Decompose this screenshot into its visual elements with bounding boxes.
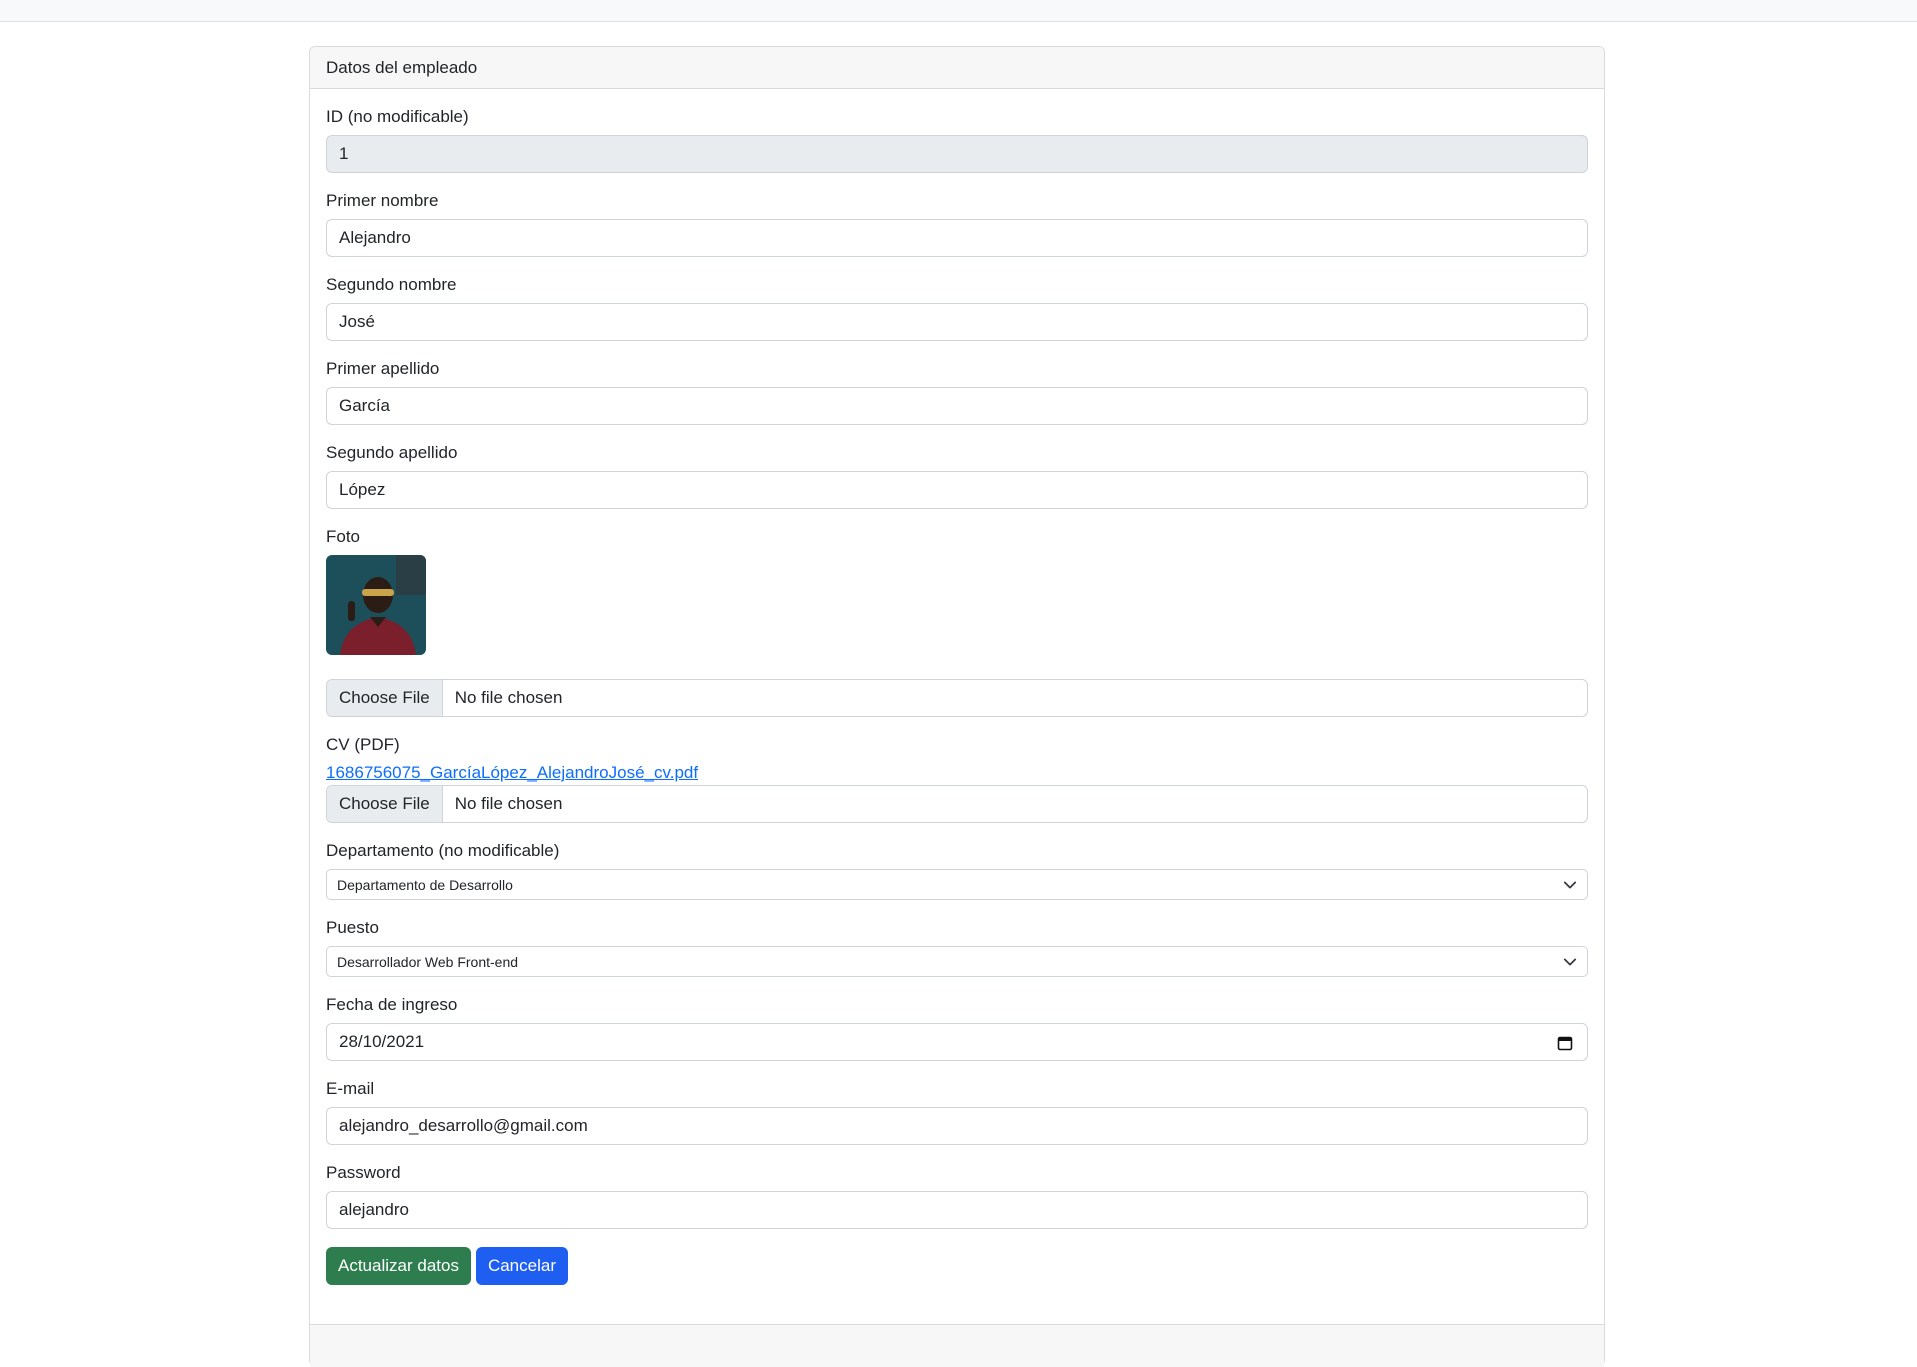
departamento-field: Departamento (no modificable) Departamen… [326,841,1588,900]
password-input[interactable]: alejandro [326,1191,1588,1229]
primer-nombre-field: Primer nombre Alejandro [326,191,1588,257]
foto-file-input[interactable]: Choose File No file chosen [326,679,1588,717]
segundo-nombre-label: Segundo nombre [326,275,457,294]
email-label: E-mail [326,1079,375,1098]
departamento-select[interactable]: Departamento de Desarrollo [326,869,1588,900]
primer-apellido-field: Primer apellido García [326,359,1588,425]
foto-field: Foto Choose File No file chosen [326,527,1588,717]
cv-file-input[interactable]: Choose File No file chosen [326,785,1588,823]
browser-top-bar [0,0,1917,22]
id-field: ID (no modificable) 1 [326,107,1588,173]
primer-nombre-input[interactable]: Alejandro [326,219,1588,257]
segundo-apellido-input[interactable]: López [326,471,1588,509]
password-label: Password [326,1163,401,1182]
employee-photo [326,555,426,655]
cv-file-status: No file chosen [454,794,563,813]
cv-field: CV (PDF) 1686756075_GarcíaLópez_Alejandr… [326,735,1588,823]
primer-nombre-label: Primer nombre [326,191,439,210]
foto-file-status: No file chosen [454,688,563,707]
segundo-nombre-field: Segundo nombre José [326,275,1588,341]
id-label: ID (no modificable) [326,107,469,126]
cancel-button[interactable]: Cancelar [475,1247,568,1285]
id-input: 1 [326,135,1588,173]
cv-choose-file-button[interactable]: Choose File [327,786,443,822]
fecha-ingreso-value: 28/10/2021 [339,1032,425,1051]
fecha-ingreso-field: Fecha de ingreso 28/10/2021 [326,995,1588,1061]
chevron-down-icon [1563,881,1577,888]
segundo-apellido-label: Segundo apellido [326,443,458,462]
card-footer [310,1324,1604,1367]
cv-file-link[interactable]: 1686756075_GarcíaLópez_AlejandroJosé_cv.… [326,763,1588,783]
employee-card: Datos del empleado ID (no modificable) 1… [309,46,1605,1367]
password-field: Password alejandro [326,1163,1588,1229]
puesto-select[interactable]: Desarrollador Web Front-end [326,946,1588,977]
calendar-icon[interactable] [1557,1035,1573,1051]
update-button[interactable]: Actualizar datos [326,1247,471,1285]
cv-label: CV (PDF) [326,735,400,754]
segundo-apellido-field: Segundo apellido López [326,443,1588,509]
email-input[interactable]: alejandro_desarrollo@gmail.com [326,1107,1588,1145]
puesto-label: Puesto [326,918,379,937]
fecha-ingreso-input[interactable]: 28/10/2021 [326,1023,1588,1061]
foto-label: Foto [326,527,361,546]
fecha-ingreso-label: Fecha de ingreso [326,995,458,1014]
puesto-field: Puesto Desarrollador Web Front-end [326,918,1588,977]
departamento-selected-value: Departamento de Desarrollo [337,876,513,893]
puesto-selected-value: Desarrollador Web Front-end [337,953,519,970]
employee-form: ID (no modificable) 1 Primer nombre Alej… [310,89,1604,1285]
primer-apellido-input[interactable]: García [326,387,1588,425]
email-field: E-mail alejandro_desarrollo@gmail.com [326,1079,1588,1145]
segundo-nombre-input[interactable]: José [326,303,1588,341]
primer-apellido-label: Primer apellido [326,359,440,378]
departamento-label: Departamento (no modificable) [326,841,560,860]
chevron-down-icon [1563,958,1577,965]
form-actions: Actualizar datos Cancelar [326,1247,1588,1285]
card-header: Datos del empleado [310,47,1604,89]
foto-choose-file-button[interactable]: Choose File [327,680,443,716]
